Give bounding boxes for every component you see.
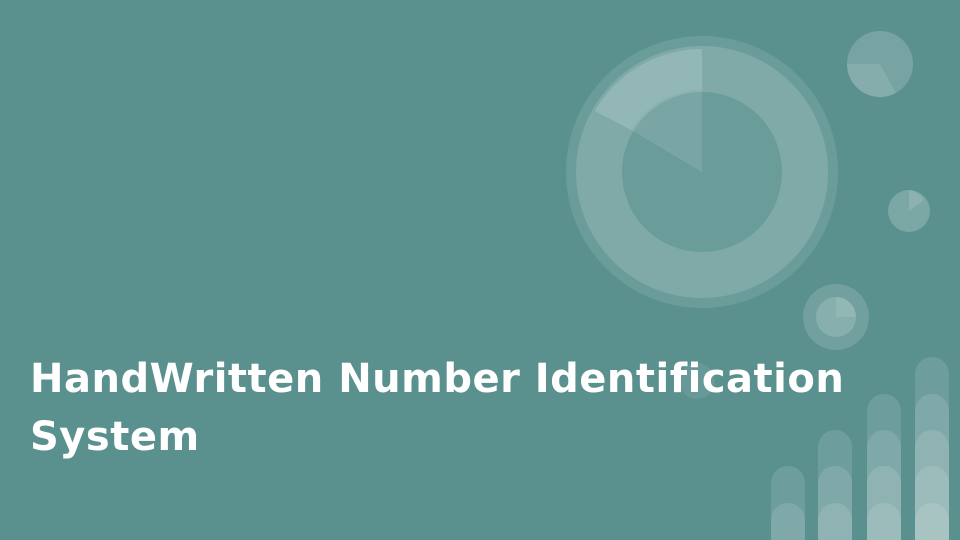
ring-chart-icon bbox=[803, 284, 869, 350]
slide: HandWritten Number Identification System bbox=[0, 0, 960, 540]
pie-chart-icon bbox=[846, 31, 913, 98]
slide-title: HandWritten Number Identification System bbox=[30, 356, 845, 460]
donut-chart-icon bbox=[566, 36, 838, 308]
small-pie-chart-icon bbox=[888, 190, 930, 232]
